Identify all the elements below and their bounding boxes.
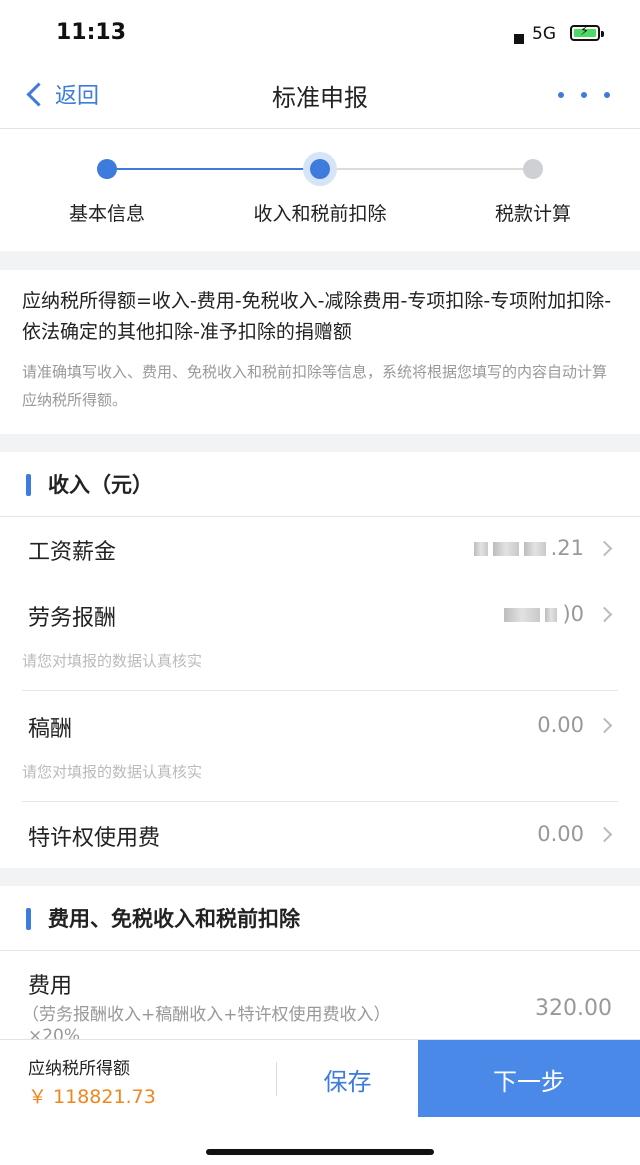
- battery-icon: ⚡: [570, 24, 604, 41]
- formula-hint: 请准确填写收入、费用、免税收入和税前扣除等信息，系统将根据您填写的内容自动计算应…: [22, 363, 608, 409]
- section-accent-bar: [26, 908, 31, 930]
- network-type: 5G: [532, 24, 556, 44]
- step-progress: 基本信息 收入和税前扣除 税款计算: [0, 129, 640, 251]
- row-hint: 请您对填报的数据认真核实: [22, 763, 203, 781]
- step-label-tax-calc: 税款计算: [494, 203, 571, 225]
- chevron-right-icon: [596, 717, 613, 734]
- fee-value: 320.00: [535, 996, 612, 1021]
- fee-formula-note: （劳务报酬收入+稿酬收入+特许权使用费收入）: [22, 1005, 391, 1025]
- chevron-right-icon: [596, 606, 613, 623]
- signal-icon: [514, 34, 524, 44]
- deduction-row-fee[interactable]: 费用 （劳务报酬收入+稿酬收入+特许权使用费收入） ×20% 320.00: [0, 950, 640, 1039]
- chevron-right-icon: [596, 826, 613, 843]
- step-line-done: [107, 168, 320, 170]
- taxable-income-value: ￥ 118821.73: [28, 1086, 156, 1108]
- chevron-right-icon: [596, 540, 613, 557]
- income-row-franchise[interactable]: 特许权使用费 0.00: [0, 802, 640, 868]
- income-section-title: 收入（元）: [48, 473, 153, 497]
- step-dot-pending: [523, 159, 543, 179]
- fee-formula-note-rate: ×20%: [28, 1026, 81, 1039]
- deduction-section-header: 费用、免税收入和税前扣除: [0, 886, 640, 951]
- step-dot-current: [310, 159, 330, 179]
- page-title: 标准申报: [272, 84, 368, 112]
- redacted-value: [473, 542, 488, 556]
- status-bar: 11:13 5G ⚡: [0, 0, 640, 62]
- next-step-button[interactable]: 下一步: [418, 1040, 640, 1118]
- row-label: 特许权使用费: [28, 826, 161, 851]
- row-label: 稿酬: [28, 717, 73, 742]
- deduction-card: 费用、免税收入和税前扣除 费用 （劳务报酬收入+稿酬收入+特许权使用费收入） ×…: [0, 886, 640, 1039]
- step-label-income: 收入和税前扣除: [253, 203, 387, 225]
- home-indicator[interactable]: [206, 1149, 434, 1155]
- more-menu-icon[interactable]: [558, 92, 610, 98]
- deduction-section-title: 费用、免税收入和税前扣除: [48, 907, 300, 931]
- row-label: 劳务报酬: [28, 606, 117, 631]
- income-section-header: 收入（元）: [0, 452, 640, 517]
- taxable-income-label: 应纳税所得额: [28, 1059, 130, 1079]
- income-row-labor[interactable]: 劳务报酬 )0 请您对填报的数据认真核实: [0, 580, 640, 690]
- redacted-value: [504, 608, 541, 622]
- save-button[interactable]: 保存: [277, 1040, 418, 1118]
- income-row-salary[interactable]: 工资薪金 .21: [0, 516, 640, 580]
- formula-text: 应纳税所得额=收入-费用-免税收入-减除费用-专项扣除-专项附加扣除-依法确定的…: [22, 290, 612, 343]
- row-hint: 请您对填报的数据认真核实: [22, 652, 203, 670]
- nav-bar: 返回 标准申报: [0, 62, 640, 129]
- status-time: 11:13: [56, 20, 127, 45]
- row-label: 工资薪金: [28, 540, 117, 565]
- row-value: )0: [504, 602, 584, 626]
- home-indicator-area: [0, 1117, 640, 1165]
- income-card: 收入（元） 工资薪金 .21 劳务报酬 )0 请您对填报的数据认真核实 稿酬 0…: [0, 452, 640, 868]
- step-line-pending: [320, 168, 533, 170]
- bottom-action-bar: 应纳税所得额 ￥ 118821.73 保存 下一步: [0, 1039, 640, 1118]
- income-row-royalty[interactable]: 稿酬 0.00 请您对填报的数据认真核实: [0, 691, 640, 801]
- row-value: .21: [473, 536, 584, 560]
- row-label: 费用: [28, 974, 73, 999]
- formula-panel: 应纳税所得额=收入-费用-免税收入-减除费用-专项扣除-专项附加扣除-依法确定的…: [0, 270, 640, 434]
- step-label-basic-info: 基本信息: [68, 203, 145, 225]
- section-accent-bar: [26, 474, 31, 496]
- step-dot-done: [97, 159, 117, 179]
- row-value: 0.00: [537, 822, 584, 846]
- row-value: 0.00: [537, 713, 584, 737]
